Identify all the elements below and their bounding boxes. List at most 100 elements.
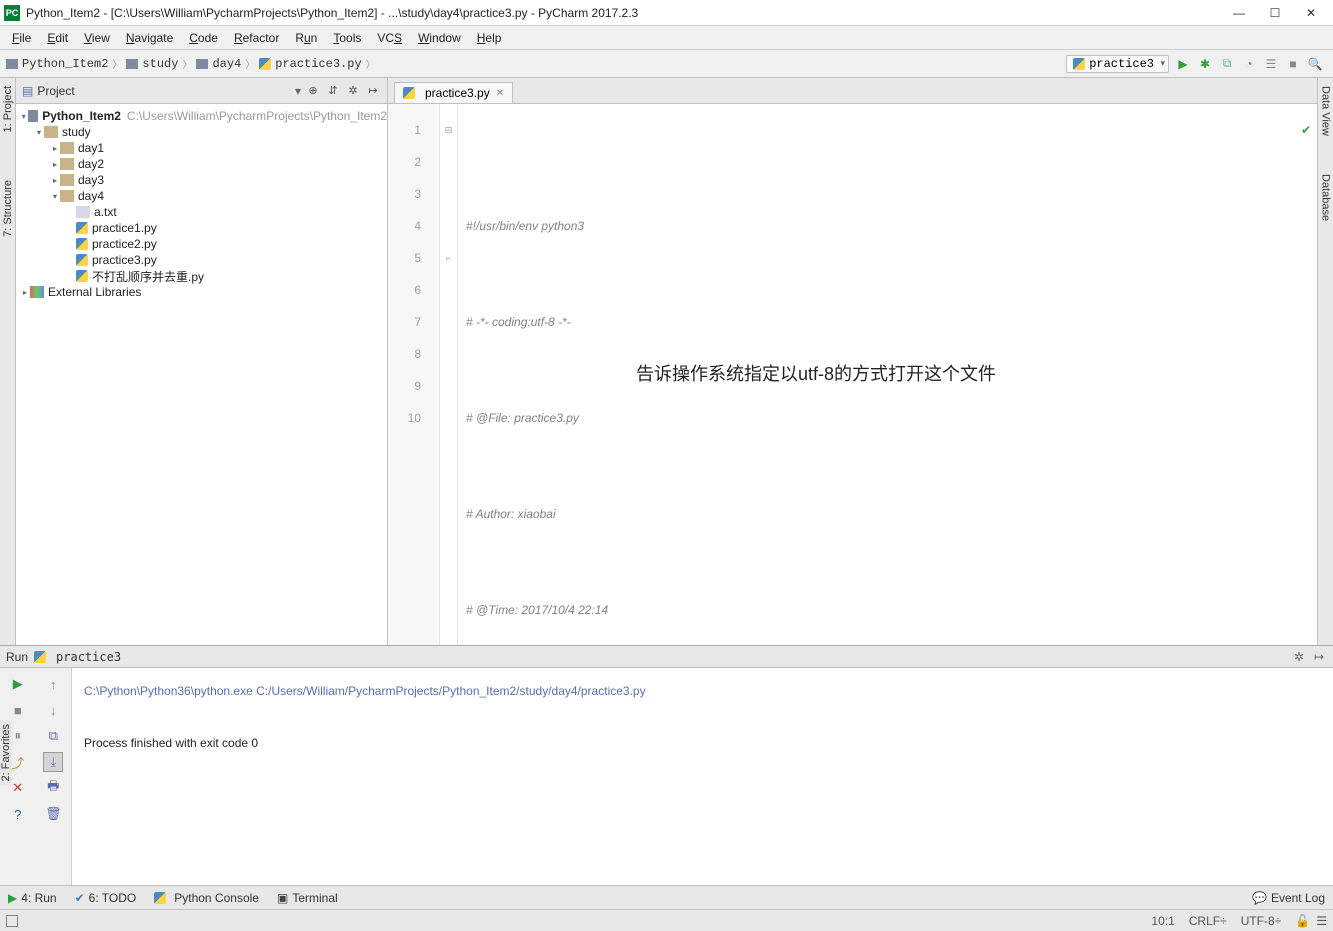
- profile-button[interactable]: ◔: [1241, 56, 1257, 72]
- tool-tab-python-console[interactable]: Python Console: [154, 891, 259, 905]
- chevron-down-icon[interactable]: ▾: [295, 84, 301, 98]
- menu-help[interactable]: Help: [469, 29, 510, 47]
- menu-window[interactable]: Window: [410, 29, 469, 47]
- tree-item[interactable]: ▸day3: [16, 172, 387, 188]
- tree-label: study: [62, 125, 91, 139]
- tree-item[interactable]: ▸day1: [16, 140, 387, 156]
- readonly-indicator[interactable]: 🔓: [1295, 914, 1310, 928]
- print-icon[interactable]: 🖶: [43, 778, 63, 798]
- breadcrumb-item[interactable]: Python_Item2: [4, 57, 110, 71]
- memory-indicator[interactable]: ☰: [1316, 914, 1327, 928]
- down-icon[interactable]: ↓: [43, 700, 63, 720]
- line-number: 8: [388, 338, 421, 370]
- python-file-icon: [76, 222, 88, 234]
- concurrency-button[interactable]: ☰: [1263, 56, 1279, 72]
- tool-tab-data-view[interactable]: Data View: [1320, 82, 1332, 140]
- search-everywhere-button[interactable]: 🔍: [1307, 56, 1323, 72]
- breadcrumb-item[interactable]: practice3.py: [257, 57, 363, 71]
- close-tab-icon[interactable]: ✕: [496, 88, 504, 99]
- tree-item[interactable]: ▾day4: [16, 188, 387, 204]
- run-config-selector[interactable]: practice3: [1066, 55, 1169, 73]
- tree-external-libraries[interactable]: ▸ External Libraries: [16, 284, 387, 300]
- status-indicator[interactable]: [6, 915, 18, 927]
- menu-navigate[interactable]: Navigate: [118, 29, 181, 47]
- breadcrumb-item[interactable]: day4: [194, 57, 243, 71]
- coverage-button[interactable]: ⧉: [1219, 56, 1235, 72]
- menu-code[interactable]: Code: [181, 29, 226, 47]
- menu-tools[interactable]: Tools: [325, 29, 369, 47]
- tree-path: C:\Users\William\PycharmProjects\Python_…: [127, 109, 387, 123]
- help-icon[interactable]: ?: [8, 804, 28, 824]
- bottom-tool-tabs: ▶4: Run ✔6: TODO Python Console ▣Termina…: [0, 885, 1333, 909]
- folder-icon: [60, 174, 74, 186]
- tool-tab-database[interactable]: Database: [1320, 170, 1332, 225]
- rerun-button[interactable]: ▶: [8, 674, 28, 694]
- editor-tab[interactable]: practice3.py ✕: [394, 82, 513, 103]
- gear-icon[interactable]: ✲: [1291, 649, 1307, 665]
- tree-item[interactable]: ▾study: [16, 124, 387, 140]
- folder-icon: [196, 59, 208, 69]
- tool-tab-todo[interactable]: ✔6: TODO: [75, 891, 137, 905]
- maximize-button[interactable]: ☐: [1257, 1, 1293, 25]
- hide-icon[interactable]: ↦: [1311, 649, 1327, 665]
- window-title: Python_Item2 - [C:\Users\William\Pycharm…: [26, 6, 1221, 20]
- tool-tab-favorites[interactable]: 2: Favorites: [0, 720, 12, 785]
- code-area[interactable]: ✔ #!/usr/bin/env python3 # -*- coding:ut…: [458, 104, 1317, 645]
- run-tool-window: Run practice3 ✲ ↦ ▶ ■ ⏸ ⤴ ✕ ? ↑ ↓ ⧉ ⤓ 🖶 …: [0, 645, 1333, 885]
- tool-tab-structure[interactable]: 7: Structure: [2, 176, 14, 241]
- chevron-right-icon: 〉: [182, 56, 192, 71]
- tree-item[interactable]: 不打乱顺序并去重.py: [16, 268, 387, 284]
- clear-all-icon[interactable]: 🗑: [43, 804, 63, 824]
- tree-label: practice3.py: [92, 253, 157, 267]
- left-tool-strip: 1: Project 7: Structure: [0, 78, 16, 645]
- tree-item[interactable]: a.txt: [16, 204, 387, 220]
- soft-wrap-icon[interactable]: ⧉: [43, 726, 63, 746]
- scroll-to-end-icon[interactable]: ⤓: [43, 752, 63, 772]
- chevron-right-icon: 〉: [245, 56, 255, 71]
- tool-tab-project[interactable]: 1: Project: [2, 82, 14, 136]
- menu-view[interactable]: View: [76, 29, 118, 47]
- gear-icon[interactable]: ✲: [345, 83, 361, 99]
- breadcrumb-item[interactable]: study: [124, 57, 180, 71]
- tree-item[interactable]: practice3.py: [16, 252, 387, 268]
- debug-button[interactable]: ✱: [1197, 56, 1213, 72]
- menu-file[interactable]: File: [4, 29, 39, 47]
- stop-button[interactable]: ■: [1285, 56, 1301, 72]
- menu-edit[interactable]: Edit: [39, 29, 76, 47]
- run-button[interactable]: ▶: [1175, 56, 1191, 72]
- run-title: Run: [6, 650, 28, 664]
- caret-position[interactable]: 10:1: [1151, 914, 1174, 928]
- minimize-button[interactable]: —: [1221, 1, 1257, 25]
- menu-vcs[interactable]: VCS: [369, 29, 410, 47]
- tree-root[interactable]: ▾ Python_Item2 C:\Users\William\PycharmP…: [16, 108, 387, 124]
- chevron-right-icon: 〉: [366, 56, 376, 71]
- line-separator[interactable]: CRLF÷: [1189, 914, 1227, 928]
- scroll-from-source-icon[interactable]: ⊕: [305, 83, 321, 99]
- tool-tab-terminal[interactable]: ▣Terminal: [277, 891, 338, 905]
- tool-tab-run[interactable]: ▶4: Run: [8, 891, 57, 905]
- tree-label: 不打乱顺序并去重.py: [92, 268, 204, 285]
- run-output[interactable]: C:\Python\Python36\python.exe C:/Users/W…: [72, 668, 1333, 885]
- event-log-button[interactable]: 💬Event Log: [1252, 891, 1325, 905]
- tree-label: External Libraries: [48, 285, 141, 299]
- fold-marker[interactable]: ⊟: [440, 114, 457, 146]
- project-panel-title[interactable]: Project: [37, 84, 295, 98]
- menu-refactor[interactable]: Refactor: [226, 29, 287, 47]
- up-icon[interactable]: ↑: [43, 674, 63, 694]
- editor-tabs: practice3.py ✕: [388, 78, 1317, 104]
- collapse-all-icon[interactable]: ⇵: [325, 83, 341, 99]
- file-encoding[interactable]: UTF-8÷: [1241, 914, 1282, 928]
- folder-icon: [28, 110, 39, 122]
- menu-run[interactable]: Run: [287, 29, 325, 47]
- tree-item[interactable]: practice2.py: [16, 236, 387, 252]
- project-tree[interactable]: ▾ Python_Item2 C:\Users\William\PycharmP…: [16, 104, 387, 304]
- line-number: 9: [388, 370, 421, 402]
- close-button[interactable]: ✕: [1293, 1, 1329, 25]
- stop-button[interactable]: ■: [8, 700, 28, 720]
- python-file-icon: [403, 87, 415, 99]
- folder-icon: [126, 59, 138, 69]
- editor-body[interactable]: 12345678910 ⊟ ⌐ ✔ #!/usr/bin/env python3…: [388, 104, 1317, 645]
- hide-icon[interactable]: ↦: [365, 83, 381, 99]
- tree-item[interactable]: practice1.py: [16, 220, 387, 236]
- tree-item[interactable]: ▸day2: [16, 156, 387, 172]
